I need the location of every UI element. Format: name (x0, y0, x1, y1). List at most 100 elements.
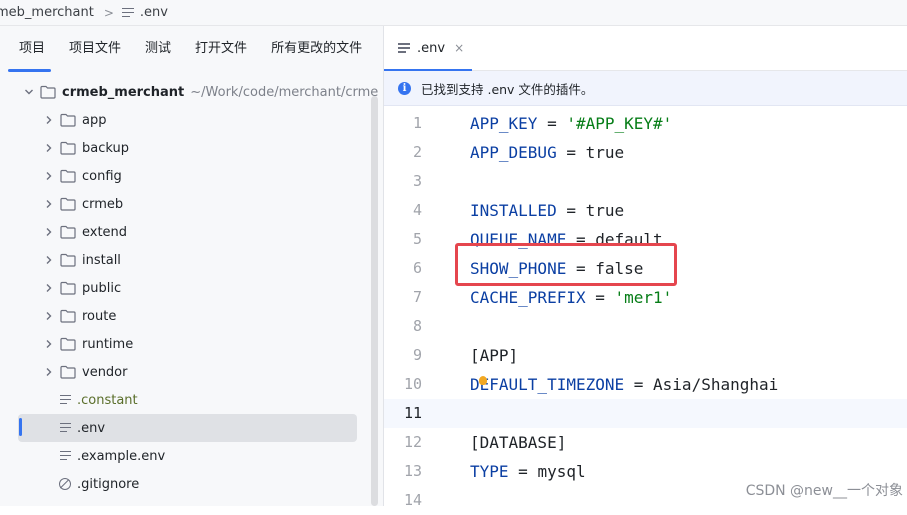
env-key: APP_DEBUG (470, 143, 557, 162)
tab-all-changed-files[interactable]: 所有更改的文件 (259, 26, 374, 72)
tree-folder-runtime[interactable]: runtime (44, 330, 133, 358)
code-line[interactable]: 10 DEFAULT_TIMEZONE = Asia/Shanghai (384, 370, 907, 399)
env-key: TYPE (470, 462, 509, 481)
code-text: CACHE_PREFIX = 'mer1' (470, 283, 672, 312)
code-text: DEFAULT_TIMEZONE = Asia/Shanghai (470, 370, 778, 399)
folder-icon (60, 141, 76, 155)
code-line[interactable]: 3 (384, 167, 907, 196)
code-text: [DATABASE] (470, 428, 566, 457)
chevron-right-icon[interactable] (44, 227, 54, 237)
tree-folder-route[interactable]: route (44, 302, 116, 330)
env-key: CACHE_PREFIX (470, 288, 586, 307)
tree-item-label: .env (77, 420, 106, 436)
env-value: 'mer1' (614, 288, 673, 307)
code-text: [APP] (470, 341, 518, 370)
code-line[interactable]: 2 APP_DEBUG = true (384, 138, 907, 167)
tab-project[interactable]: 项目 (0, 26, 57, 72)
line-number: 12 (403, 433, 422, 451)
editor-tab-env[interactable]: .env × (384, 26, 472, 71)
code-line[interactable]: 1 APP_KEY = '#APP_KEY#' (384, 109, 907, 138)
line-number: 8 (412, 317, 422, 335)
breadcrumb-project[interactable]: meb_merchant (0, 5, 94, 20)
assign-operator: = (556, 201, 586, 220)
line-number: 11 (403, 404, 422, 422)
chevron-right-icon[interactable] (44, 283, 54, 293)
tree-folder-crmeb[interactable]: crmeb (44, 190, 123, 218)
tree-folder-vendor[interactable]: vendor (44, 358, 127, 386)
folder-icon (60, 365, 76, 379)
folder-icon (60, 337, 76, 351)
tab-open-files[interactable]: 打开文件 (183, 26, 259, 72)
text-file-icon (121, 7, 134, 18)
text-file-icon (60, 395, 71, 405)
watermark: CSDN @new__一个对象 (745, 483, 903, 499)
assign-operator: = (556, 143, 586, 162)
code-text: APP_DEBUG = true (470, 138, 624, 167)
close-icon[interactable]: × (454, 41, 464, 55)
folder-icon (60, 281, 76, 295)
chevron-right-icon[interactable] (44, 311, 54, 321)
tree-file-exampleenv[interactable]: .example.env (60, 442, 165, 470)
selection-marker (19, 418, 22, 436)
code-line[interactable]: 11 (384, 399, 907, 428)
line-number: 13 (403, 462, 422, 480)
line-number: 3 (412, 172, 422, 190)
assign-operator: = (624, 375, 654, 394)
tree-folder-backup[interactable]: backup (44, 134, 129, 162)
env-key: APP_KEY (470, 114, 538, 133)
tree-item-label: vendor (82, 364, 128, 380)
tree-item-label: .constant (77, 392, 138, 408)
folder-icon (60, 197, 76, 211)
line-number: 10 (403, 375, 422, 393)
chevron-right-icon[interactable] (44, 171, 54, 181)
tree-item-label: .gitignore (77, 476, 140, 492)
tree-folder-config[interactable]: config (44, 162, 122, 190)
chevron-right-icon[interactable] (44, 143, 54, 153)
tab-tests[interactable]: 测试 (133, 26, 183, 72)
ignored-file-icon (59, 478, 71, 490)
env-value: '#APP_KEY#' (566, 114, 673, 133)
tree-item-label: .example.env (77, 448, 166, 464)
breadcrumb-file[interactable]: .env (140, 5, 168, 20)
text-file-icon (60, 423, 71, 433)
tree-folder-app[interactable]: app (44, 106, 106, 134)
code-line[interactable]: 4 INSTALLED = true (384, 196, 907, 225)
breadcrumb-separator: > (103, 5, 114, 20)
tree-item-label: app (82, 112, 107, 128)
tree-folder-public[interactable]: public (44, 274, 121, 302)
tree-file-gitignore[interactable]: .gitignore (59, 470, 139, 498)
code-line[interactable]: 8 (384, 312, 907, 341)
tree-scrollbar[interactable] (371, 96, 378, 506)
line-number: 9 (412, 346, 422, 364)
code-line[interactable]: 9 [APP] (384, 341, 907, 370)
chevron-right-icon[interactable] (44, 199, 54, 209)
chevron-down-icon[interactable] (24, 87, 34, 97)
folder-icon (60, 169, 76, 183)
plugin-notice-text: 已找到支持 .env 文件的插件。 (421, 81, 594, 97)
folder-icon (60, 309, 76, 323)
intention-bulb-icon[interactable] (479, 376, 487, 385)
env-key: INSTALLED (470, 201, 557, 220)
tree-item-label: install (82, 252, 121, 268)
assign-operator: = (537, 114, 567, 133)
tree-root[interactable]: crmeb_merchant ~/Work/code/merchant/crme (24, 78, 378, 106)
chevron-right-icon[interactable] (44, 339, 54, 349)
code-line[interactable]: 7 CACHE_PREFIX = 'mer1' (384, 283, 907, 312)
tab-project-files[interactable]: 项目文件 (57, 26, 133, 72)
line-number: 6 (412, 259, 422, 277)
tree-folder-install[interactable]: install (44, 246, 121, 274)
tree-file-env[interactable]: .env (18, 414, 357, 442)
code-line[interactable]: 12 [DATABASE] (384, 428, 907, 457)
section-header: [APP] (470, 346, 519, 365)
tree-file-constant[interactable]: .constant (60, 386, 138, 414)
tree-folder-extend[interactable]: extend (44, 218, 127, 246)
chevron-right-icon[interactable] (44, 255, 54, 265)
text-file-icon (60, 451, 71, 461)
chevron-right-icon[interactable] (44, 367, 54, 377)
line-number: 4 (412, 201, 422, 219)
assign-operator: = (508, 462, 538, 481)
folder-icon (40, 85, 56, 99)
chevron-right-icon[interactable] (44, 115, 54, 125)
project-path: ~/Work/code/merchant/crme (190, 84, 379, 100)
line-number: 2 (412, 143, 422, 161)
